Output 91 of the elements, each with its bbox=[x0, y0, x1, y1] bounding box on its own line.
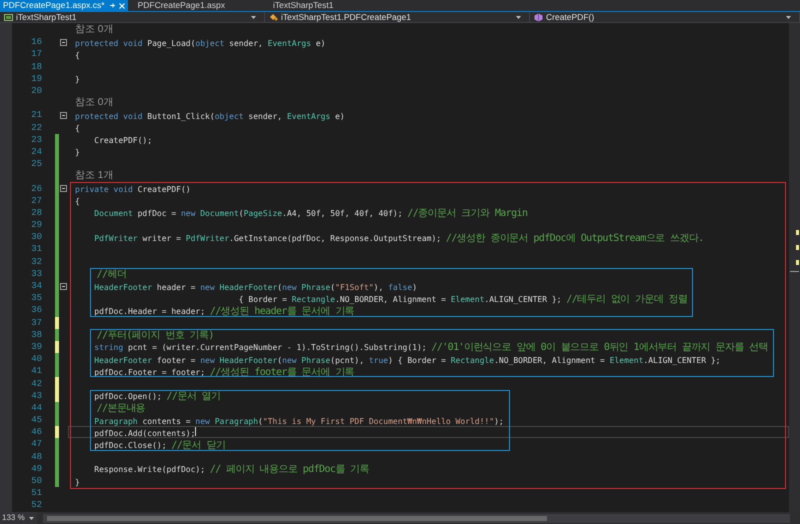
code-line: { bbox=[75, 123, 80, 136]
file-tab[interactable]: PDFCreatePage1.aspx.cs* bbox=[0, 0, 128, 11]
line-number: 44 bbox=[30, 402, 42, 414]
line-number: 38 bbox=[30, 328, 42, 341]
line-number: 42 bbox=[30, 378, 42, 390]
code-line: pdfDoc.Footer = footer; //생성된 footer를 문서에 기록 bbox=[93, 366, 354, 379]
line-number: 28 bbox=[30, 206, 42, 219]
line-number: 23 bbox=[30, 134, 42, 146]
line-number: 50 bbox=[30, 475, 42, 488]
project-icon bbox=[4, 12, 13, 22]
code-line: CreatePDF(); bbox=[93, 135, 152, 148]
line-number: 40 bbox=[30, 353, 42, 366]
change-overview-mark bbox=[796, 230, 799, 235]
line-number: 39 bbox=[30, 340, 42, 353]
code-line: Response.Write(pdfDoc); // 페이지 내용으로 pdfDoc를 기록 bbox=[93, 463, 369, 476]
file-tab[interactable]: PDFCreatePage1.aspx bbox=[134, 0, 229, 11]
code-line: } bbox=[75, 476, 80, 489]
code-line: { bbox=[75, 196, 80, 208]
code-line: protected void Button1_Click(object sender, EventArgs e) bbox=[75, 110, 345, 123]
line-number: 17 bbox=[30, 48, 42, 60]
line-number: 51 bbox=[30, 487, 42, 500]
vertical-scrollbar[interactable] bbox=[789, 23, 800, 512]
line-number: 36 bbox=[30, 304, 42, 316]
method-icon bbox=[534, 12, 543, 22]
code-line: pdfDoc.Open(); //문서 열기 bbox=[93, 390, 220, 404]
code-line: protected void Page_Load(object sender, EventArgs e) bbox=[75, 38, 326, 50]
collapse-icon[interactable] bbox=[60, 282, 67, 290]
navigation-dropdown[interactable]: CreatePDF() bbox=[530, 12, 800, 22]
collapse-icon[interactable] bbox=[60, 112, 67, 119]
line-number: 16 bbox=[30, 36, 42, 48]
line-number: 27 bbox=[30, 194, 42, 207]
collapse-icon[interactable] bbox=[60, 38, 67, 46]
close-icon bbox=[118, 2, 125, 8]
code-line: } bbox=[75, 74, 80, 86]
code-line: //푸터(페이지 번호 기록) bbox=[96, 329, 214, 342]
line-number: 31 bbox=[30, 243, 42, 256]
line-number: 37 bbox=[30, 316, 42, 329]
text-caret bbox=[195, 426, 196, 436]
line-number: 26 bbox=[30, 182, 42, 195]
dropdown-caret-icon bbox=[786, 16, 791, 18]
change-overview-mark bbox=[796, 245, 799, 250]
reference-count[interactable]: 참조 0개 bbox=[75, 97, 114, 110]
collapse-icon[interactable] bbox=[60, 185, 67, 192]
line-number: 24 bbox=[30, 146, 42, 158]
code-line: { bbox=[75, 50, 80, 62]
code-line: pdfDoc.Header = header; //생성된 header를 문서에 기록 bbox=[93, 304, 354, 318]
code-line: private void CreatePDF() bbox=[75, 184, 191, 196]
navigation-dropdown[interactable]: iTextSharpTest1.PDFCreatePage1 bbox=[265, 12, 530, 22]
line-number: 49 bbox=[30, 462, 42, 475]
class-icon bbox=[269, 12, 278, 22]
code-line: string pcnt = (writer.CurrentPageNumber - 1).ToString().Substring(1); //'01'이런식으로 앞에 0이 붙으므로 0뒤인 1에서부터 끝까지 문자를 선택 bbox=[93, 341, 768, 354]
line-number: 46 bbox=[30, 426, 42, 438]
dropdown-caret-icon bbox=[28, 516, 34, 520]
code-line: Document pdfDoc = new Document(PageSize.A4, 50f, 50f, 40f, 40f); //종이문서 크기와 Margin bbox=[93, 207, 528, 220]
line-number: 41 bbox=[30, 365, 42, 378]
line-number: 25 bbox=[30, 158, 42, 170]
line-number: 33 bbox=[30, 268, 42, 280]
navigation-dropdown[interactable]: iTextSharpTest1 bbox=[0, 12, 265, 22]
line-number: 20 bbox=[30, 85, 42, 98]
code-line: pdfDoc.Close(); //문서 닫기 bbox=[93, 438, 226, 452]
change-overview-mark bbox=[796, 260, 799, 265]
file-tab[interactable]: iTextSharpTest1 bbox=[269, 0, 338, 11]
code-line: } bbox=[75, 147, 80, 160]
code-line: { Border = Rectangle.NO_BORDER, Alignment = Element.ALIGN_CENTER }; //테두리 없이 가운데 정렬 bbox=[238, 292, 688, 306]
scrollbar-thumb[interactable] bbox=[46, 516, 547, 520]
line-number: 19 bbox=[30, 72, 42, 85]
line-number: 22 bbox=[30, 122, 42, 134]
line-number: 45 bbox=[30, 414, 42, 426]
line-number: 52 bbox=[30, 499, 42, 512]
dropdown-caret-icon bbox=[251, 16, 256, 18]
line-number: 48 bbox=[30, 450, 42, 463]
code-line: PdfWriter writer = PdfWriter.GetInstance(pdfDoc, Response.OutputStream); //생성한 종이문서 pdfDoc에 OutputStream으로 쓰겠다. bbox=[93, 232, 704, 245]
line-number: 29 bbox=[30, 219, 42, 232]
line-number: 32 bbox=[30, 256, 42, 268]
line-number: 30 bbox=[30, 231, 42, 244]
horizontal-scrollbar[interactable] bbox=[42, 514, 790, 522]
zoom-dropdown[interactable]: 133 % bbox=[0, 512, 37, 524]
reference-count[interactable]: 참조 0개 bbox=[75, 24, 114, 36]
line-number: 21 bbox=[30, 109, 42, 122]
scroll-position-mark bbox=[790, 271, 799, 272]
code-line: //헤더 bbox=[96, 268, 126, 282]
dropdown-caret-icon bbox=[516, 16, 521, 18]
code-line: //본문내용 bbox=[96, 402, 146, 416]
reference-count[interactable]: 참조 1개 bbox=[75, 170, 114, 182]
line-number: 18 bbox=[30, 60, 42, 73]
line-number: 43 bbox=[30, 390, 42, 402]
line-number: 47 bbox=[30, 438, 42, 450]
line-number: 35 bbox=[30, 292, 42, 304]
code-line: HeaderFooter header = new HeaderFooter(new Phrase("F1Soft"), false) bbox=[93, 282, 418, 294]
code-line: HeaderFooter footer = new HeaderFooter(new Phrase(pcnt), true) { Border = Rectangle.NO_BORDER, Alignment = Element.ALIGN_CENTER }; bbox=[93, 354, 720, 367]
line-number: 34 bbox=[30, 280, 42, 292]
